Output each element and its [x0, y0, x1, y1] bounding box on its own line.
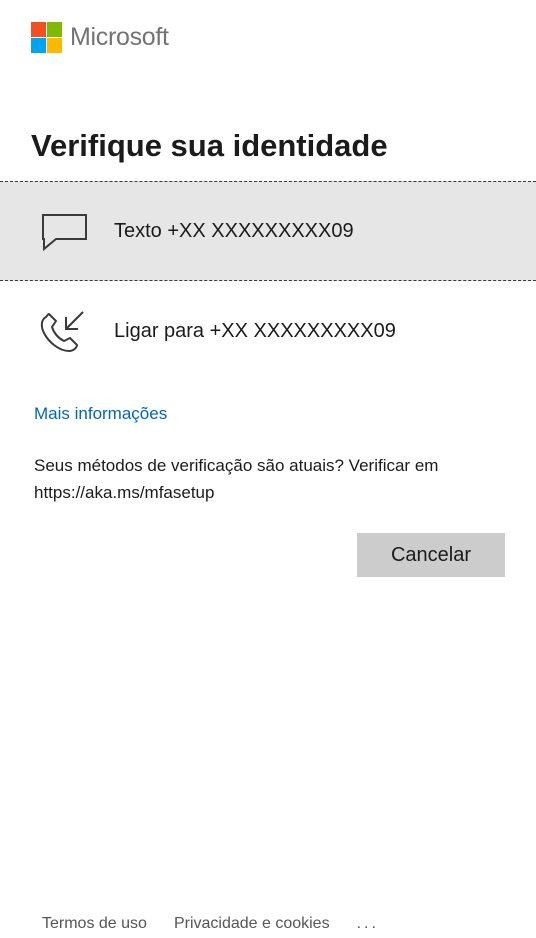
- microsoft-logo: Microsoft: [31, 22, 169, 53]
- option-phone-call[interactable]: Ligar para +XX XXXXXXXXX09: [0, 281, 536, 381]
- phone-call-icon: [40, 311, 84, 352]
- terms-of-use-link[interactable]: Termos de uso: [42, 912, 147, 936]
- cancel-button[interactable]: Cancelar: [357, 533, 505, 577]
- more-options-button[interactable]: ...: [357, 912, 379, 936]
- more-info-link[interactable]: Mais informações: [34, 402, 167, 426]
- verification-methods-text: Seus métodos de verificação são atuais? …: [34, 456, 439, 502]
- brand-name: Microsoft: [70, 23, 169, 51]
- privacy-cookies-link[interactable]: Privacidade e cookies: [174, 912, 330, 936]
- option-phone-call-label: Ligar para +XX XXXXXXXXX09: [114, 320, 396, 342]
- option-text-message-label: Texto +XX XXXXXXXXX09: [114, 220, 354, 242]
- option-text-message[interactable]: Texto +XX XXXXXXXXX09: [0, 181, 536, 281]
- microsoft-logo-icon: [31, 22, 62, 53]
- page-title: Verifique sua identidade: [31, 128, 388, 163]
- footer: Termos de uso Privacidade e cookies ...: [42, 912, 379, 936]
- message-icon: [42, 214, 87, 252]
